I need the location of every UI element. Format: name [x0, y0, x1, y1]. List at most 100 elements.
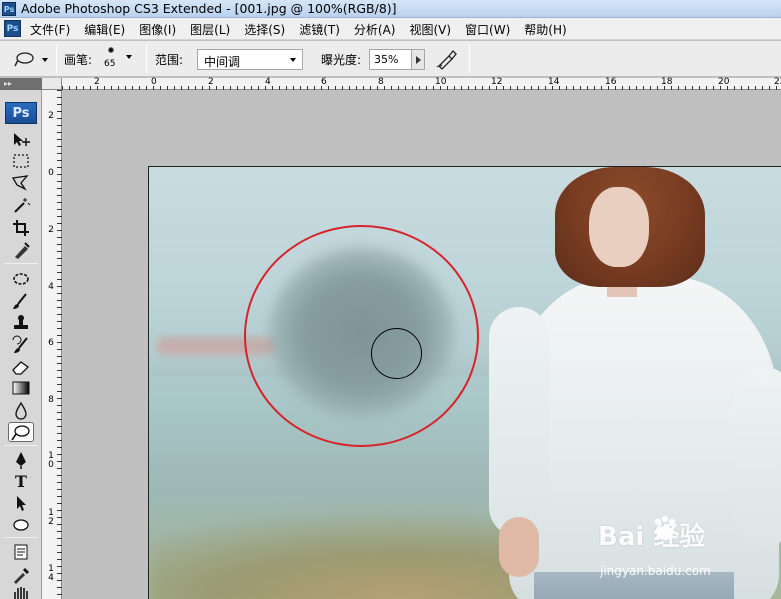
brush-picker[interactable]: 65: [100, 46, 122, 72]
brush-size: 65: [104, 59, 116, 69]
ruler-label: 10: [435, 77, 447, 87]
photo-hand: [499, 517, 539, 577]
eraser-tool[interactable]: [9, 357, 33, 377]
eraser-tool-icon: [12, 361, 30, 375]
ruler-ticks: [62, 86, 777, 90]
brush-tool-icon: [13, 293, 27, 309]
watermark-url: jingyan.baidu.com: [600, 564, 711, 578]
brush-cursor: [371, 328, 422, 379]
crop-tool[interactable]: [9, 218, 33, 238]
ruler-label: 18: [661, 77, 673, 87]
type-tool[interactable]: T: [9, 471, 33, 491]
ruler-label: 8: [378, 77, 384, 87]
path-selection-icon: [17, 496, 26, 511]
healing-brush-icon: [13, 273, 29, 285]
path-selection-tool[interactable]: [9, 493, 33, 513]
clone-stamp-tool[interactable]: [9, 313, 33, 333]
pen-tool[interactable]: [9, 450, 33, 470]
eyedropper-tool[interactable]: [9, 564, 33, 584]
airbrush-icon: [436, 50, 457, 70]
brush-tip-icon: [108, 47, 114, 53]
eyedropper-tool-icon: [14, 567, 30, 584]
menu-file[interactable]: 文件(F): [30, 21, 77, 38]
ruler-label: 4: [48, 282, 54, 292]
ruler-label: 1 4: [48, 564, 54, 583]
ruler-label: 22: [774, 77, 781, 87]
menu-filter[interactable]: 滤镜(T): [299, 21, 347, 38]
ruler-label: 1 0: [48, 451, 54, 470]
move-tool[interactable]: [9, 130, 33, 150]
ruler-label: 4: [265, 77, 271, 87]
range-select[interactable]: 中间调: [197, 49, 303, 70]
menu-edit[interactable]: 编辑(E): [84, 21, 132, 38]
brush-chevron-down-icon[interactable]: [126, 55, 132, 59]
toolbox-divider: [4, 537, 38, 538]
ruler-label: 16: [605, 77, 617, 87]
ruler-origin[interactable]: [42, 78, 62, 90]
blur-tool[interactable]: [9, 400, 33, 420]
ruler-label: 2: [208, 77, 214, 87]
gradient-tool[interactable]: [9, 378, 33, 398]
horizontal-ruler[interactable]: 2 0 2 4 6 8 10 12 14 16 18 20 22: [62, 78, 781, 90]
airbrush-button[interactable]: [434, 47, 460, 71]
ruler-label: 0: [151, 77, 157, 87]
toolbox-divider: [4, 263, 38, 264]
tool-preset-picker[interactable]: [14, 50, 50, 70]
shape-tool[interactable]: [9, 515, 33, 535]
ruler-label: 2: [48, 225, 54, 235]
range-label: 范围:: [155, 53, 184, 67]
ruler-label: 6: [48, 338, 54, 348]
ruler-label: 14: [548, 77, 560, 87]
history-brush-tool[interactable]: [9, 335, 33, 355]
window-title: Adobe Photoshop CS3 Extended - [001.jpg …: [21, 1, 397, 16]
toolbox-header[interactable]: ▸▸: [0, 78, 42, 90]
dodge-tool-icon: [14, 52, 34, 67]
paw-icon: [654, 515, 676, 540]
healing-brush-tool[interactable]: [9, 269, 33, 289]
menu-select[interactable]: 选择(S): [244, 21, 292, 38]
menu-help[interactable]: 帮助(H): [524, 21, 573, 38]
lasso-tool-icon: [11, 175, 29, 191]
menu-bar: Ps 文件(F) 编辑(E) 图像(I) 图层(L) 选择(S) 滤镜(T) 分…: [0, 18, 781, 40]
toolbox-divider: [4, 445, 38, 446]
vertical-ruler[interactable]: 2 0 2 4 6 8 1 0 1 2 1 4: [42, 90, 62, 599]
menu-image[interactable]: 图像(I): [139, 21, 183, 38]
crop-tool-icon: [13, 220, 29, 236]
menu-analysis[interactable]: 分析(A): [354, 21, 403, 38]
chevron-down-icon: [290, 58, 296, 62]
collapse-icon[interactable]: ▸▸: [4, 80, 12, 88]
exposure-input[interactable]: 35%: [369, 49, 412, 70]
ruler-label: 2: [94, 77, 100, 87]
ruler-label: 0: [48, 168, 54, 178]
gradient-tool-icon: [12, 381, 30, 395]
exposure-label: 曝光度:: [321, 53, 362, 67]
ellipse-shape-icon: [13, 519, 29, 531]
hand-tool[interactable]: [9, 583, 33, 599]
move-tool-icon: [14, 133, 30, 146]
ruler-label: 1 2: [48, 508, 54, 527]
app-menu-icon[interactable]: Ps: [4, 20, 21, 37]
lasso-tool[interactable]: [9, 173, 33, 193]
title-bar: Ps Adobe Photoshop CS3 Extended - [001.j…: [0, 0, 781, 18]
photoshop-app-icon: Ps: [2, 2, 16, 16]
menu-window[interactable]: 窗口(W): [465, 21, 517, 38]
notes-tool[interactable]: [9, 542, 33, 562]
divider: [146, 45, 147, 73]
photoshop-logo[interactable]: Ps: [5, 102, 37, 124]
marquee-tool[interactable]: [9, 151, 33, 171]
baidu-jingyan-watermark: Bai 经验 jingyan.baidu.com: [598, 515, 778, 596]
range-value: 中间调: [204, 55, 241, 69]
toolbox: ▸▸ Ps T: [0, 78, 42, 599]
menu-view[interactable]: 视图(V): [409, 21, 458, 38]
history-brush-icon: [12, 335, 28, 353]
dodge-tool[interactable]: [8, 422, 34, 442]
slice-tool[interactable]: [9, 240, 33, 260]
menu-layer[interactable]: 图层(L): [190, 21, 237, 38]
brush-tool[interactable]: [9, 291, 33, 311]
annotation-red-circle: [244, 225, 479, 447]
eyedropper-slice-icon: [15, 242, 30, 259]
marquee-tool-icon: [13, 154, 29, 168]
notes-tool-icon: [14, 544, 28, 560]
exposure-slider-button[interactable]: [411, 49, 425, 70]
magic-wand-tool[interactable]: [9, 195, 33, 215]
